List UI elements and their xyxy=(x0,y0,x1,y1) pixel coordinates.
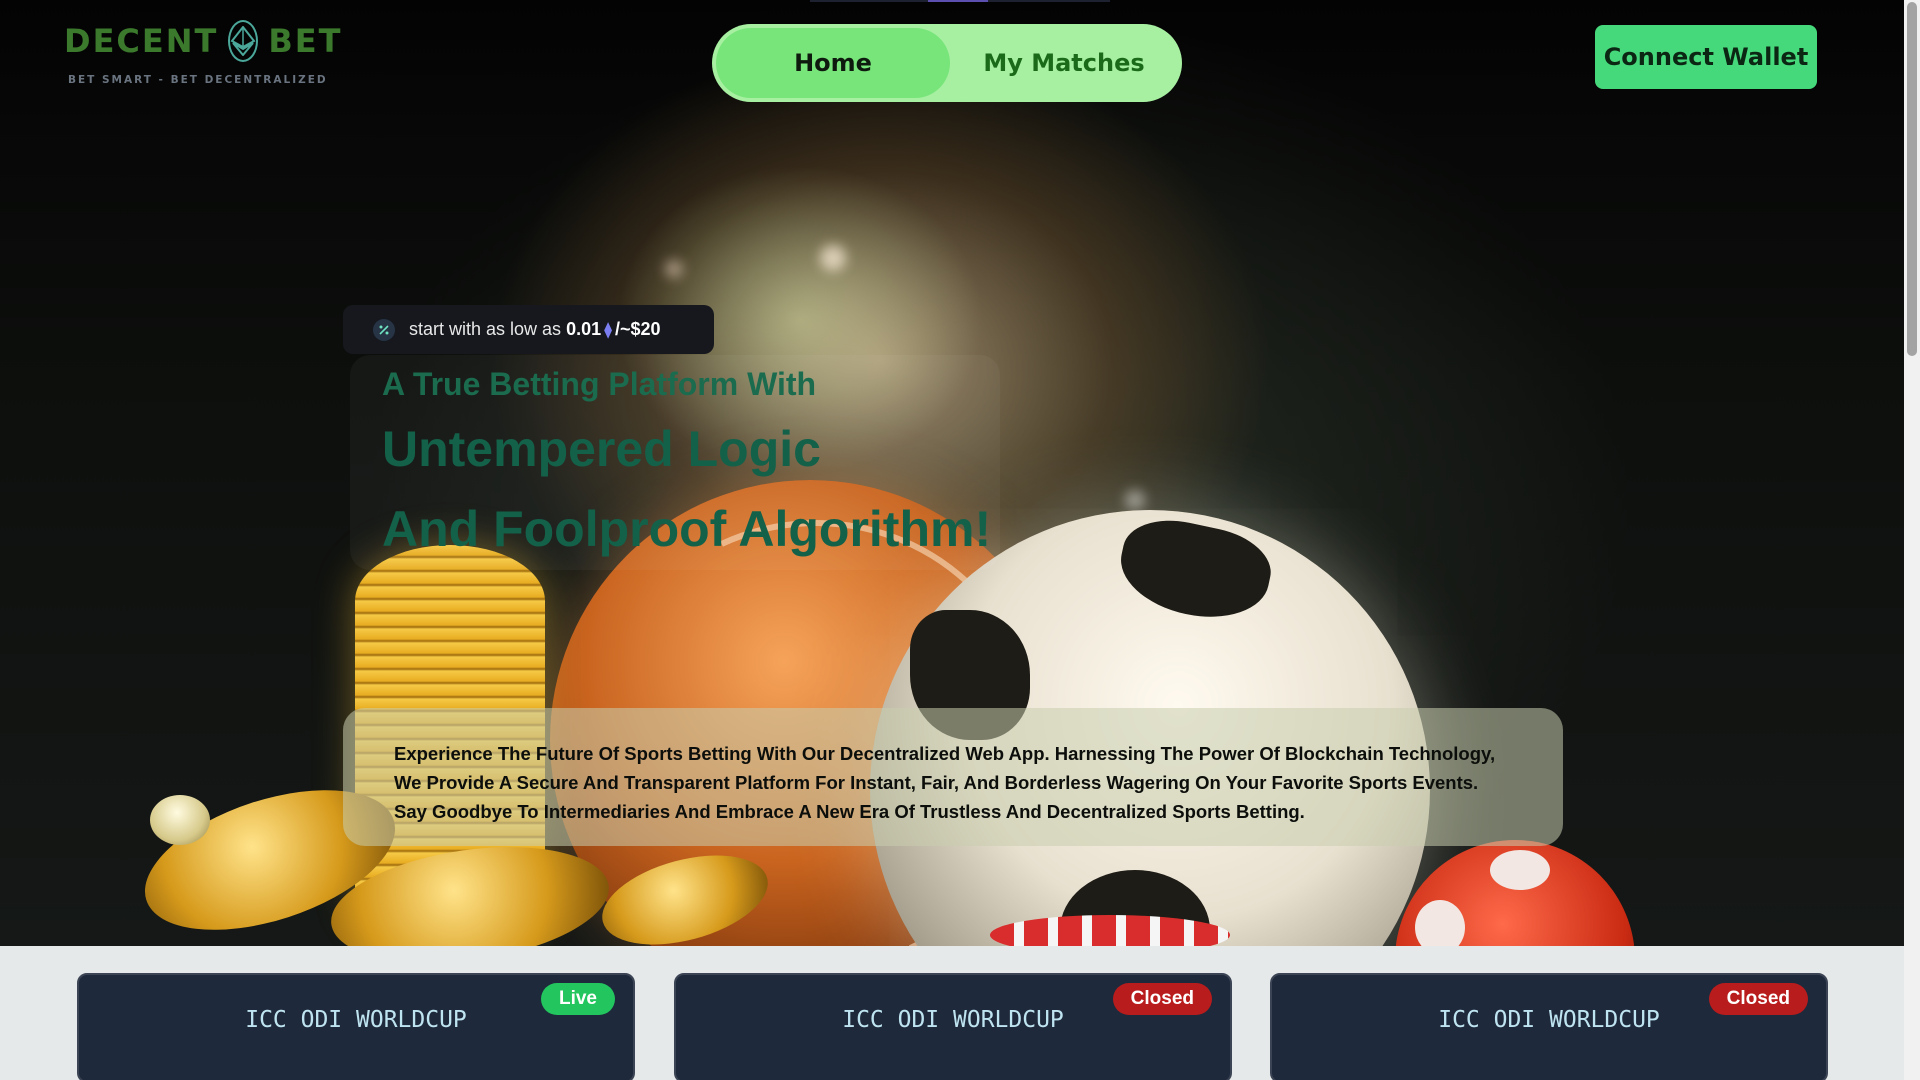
status-badge-live: Live xyxy=(540,983,615,1015)
nav-my-matches[interactable]: My Matches xyxy=(950,28,1178,98)
scrollbar-thumb[interactable] xyxy=(1907,2,1917,356)
light-spot xyxy=(1125,490,1145,510)
logo-text-decent: DECENT xyxy=(64,22,219,60)
silver-coin-image xyxy=(150,795,210,845)
match-card[interactable]: ICC ODI WORLDCUP Closed xyxy=(674,973,1232,1080)
min-bet-prefix: start with as low as xyxy=(409,319,562,339)
light-spot xyxy=(665,260,683,278)
ethereum-icon: ⧫ xyxy=(604,321,613,339)
percent-icon xyxy=(373,318,395,341)
brand-logo[interactable]: DECENT BET BET SMART - BET DECENTRALIZED xyxy=(64,20,340,86)
soccer-ball-patch xyxy=(1112,510,1278,630)
match-card[interactable]: ICC ODI WORLDCUP Closed xyxy=(1270,973,1828,1080)
light-spot xyxy=(820,245,846,271)
min-bet-usd: /~$20 xyxy=(615,319,661,339)
ethereum-coin-icon xyxy=(228,20,259,62)
match-card[interactable]: ICC ODI WORLDCUP Live xyxy=(77,973,635,1080)
main-nav: Home My Matches xyxy=(712,24,1182,102)
min-bet-pill: start with as low as 0.01 ⧫ /~$20 xyxy=(343,305,714,354)
headline-line-1: Untempered Logic xyxy=(382,421,821,477)
logo-text-bet: BET xyxy=(268,22,343,60)
hero-description: Experience The Future Of Sports Betting … xyxy=(394,743,1496,822)
top-progress-strip xyxy=(810,0,1110,2)
min-bet-amount: 0.01 xyxy=(566,319,602,339)
nav-home[interactable]: Home xyxy=(716,28,950,98)
page-scrollbar[interactable] xyxy=(1904,0,1920,1080)
connect-wallet-button[interactable]: Connect Wallet xyxy=(1595,25,1817,89)
status-badge-closed: Closed xyxy=(1112,983,1212,1015)
description-panel: Experience The Future Of Sports Betting … xyxy=(343,708,1563,846)
headline-line-2: And Foolproof Algorithm! xyxy=(382,501,992,557)
headline-intro: A True Betting Platform With xyxy=(382,366,817,402)
status-badge-closed: Closed xyxy=(1708,983,1808,1015)
red-ball-image xyxy=(1395,840,1635,946)
logo-tagline: BET SMART - BET DECENTRALIZED xyxy=(68,74,328,86)
